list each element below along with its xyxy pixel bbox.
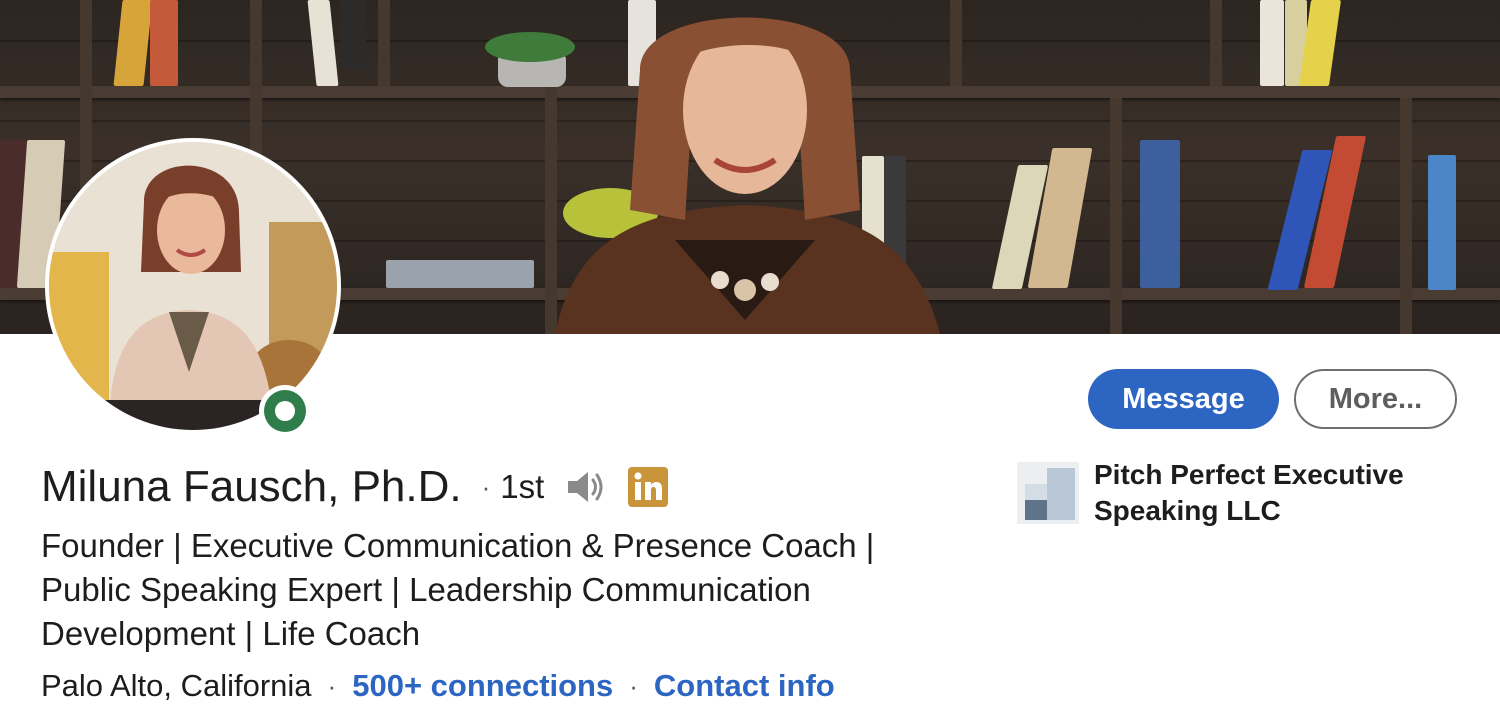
profile-meta-row: Palo Alto, California · 500+ connections… — [41, 664, 835, 708]
contact-info-link[interactable]: Contact info — [654, 668, 835, 704]
profile-name: Miluna Fausch, Ph.D. — [41, 462, 462, 511]
speaker-icon[interactable] — [566, 469, 606, 505]
profile-name-row: Miluna Fausch, Ph.D. · 1st — [41, 458, 669, 516]
more-button[interactable]: More... — [1294, 369, 1457, 429]
meta-separator: · — [327, 670, 337, 701]
connection-degree: 1st — [500, 468, 545, 505]
company-logo-icon[interactable] — [1017, 462, 1079, 524]
profile-location: Palo Alto, California — [41, 668, 312, 703]
current-company-link[interactable]: Pitch Perfect Executive Speaking LLC — [1094, 457, 1424, 529]
linkedin-premium-icon[interactable] — [628, 467, 669, 507]
banner-person-illustration — [555, 17, 940, 334]
profile-headline: Founder | Executive Communication & Pres… — [41, 527, 875, 652]
meta-separator: · — [629, 670, 638, 701]
online-status-icon — [259, 385, 311, 437]
degree-separator: · — [481, 471, 491, 502]
connections-link[interactable]: 500+ connections — [352, 668, 613, 704]
message-button[interactable]: Message — [1088, 369, 1279, 429]
